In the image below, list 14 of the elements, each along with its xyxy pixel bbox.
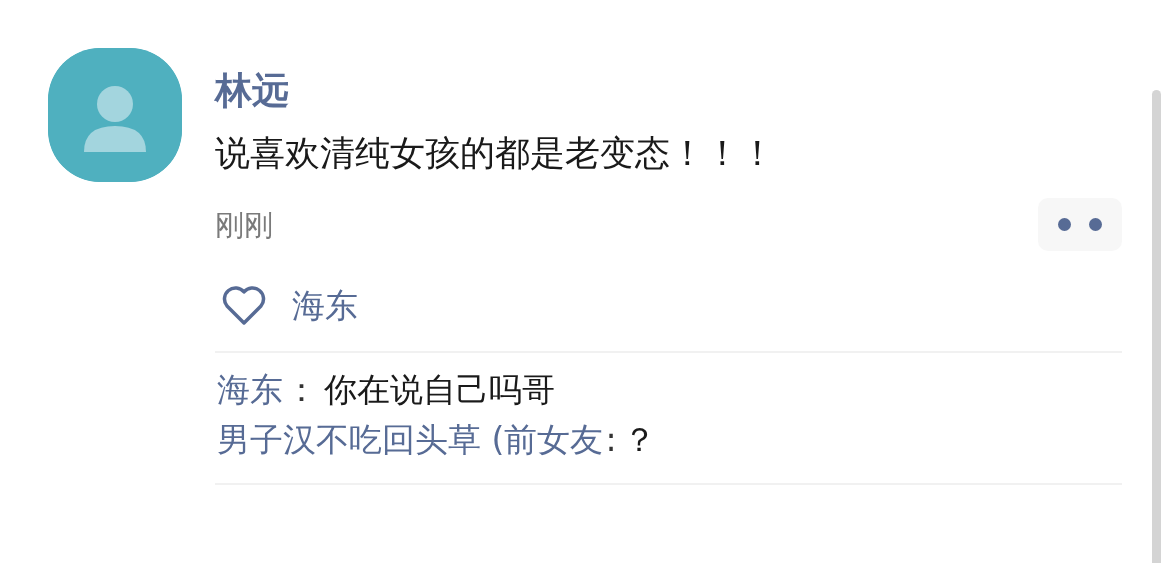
heart-icon: [221, 286, 267, 326]
comment-text: ？: [622, 419, 656, 461]
comment-author[interactable]: 海东: [217, 365, 283, 415]
avatar[interactable]: [48, 48, 182, 182]
colon: :: [604, 419, 618, 461]
author-name[interactable]: 林远: [215, 68, 289, 114]
more-button[interactable]: [1038, 198, 1122, 251]
liker-name[interactable]: 海东: [292, 283, 358, 329]
comment-text: 你在说自己吗哥: [324, 369, 555, 411]
post-time: 刚刚: [215, 206, 273, 244]
scrollbar[interactable]: [1152, 90, 1161, 563]
post-text: 说喜欢清纯女孩的都是老变态！！！: [215, 132, 775, 175]
comment-author[interactable]: 男子汉不吃回头草 (前女友: [217, 415, 604, 465]
colon: ：: [284, 369, 319, 411]
